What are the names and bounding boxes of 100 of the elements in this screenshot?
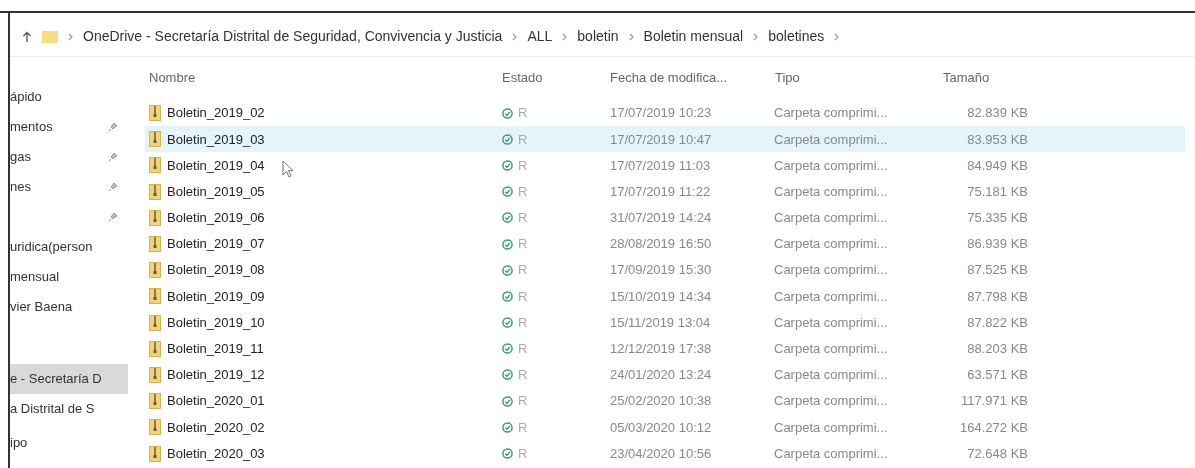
zip-folder-icon (149, 183, 161, 200)
sync-check-icon (502, 448, 513, 460)
date-cell-text: 23/04/2020 10:56 (610, 444, 713, 463)
status-text: R (518, 156, 528, 175)
nav-item[interactable]: ápido (10, 82, 128, 112)
type-cell-text: Carpeta comprimi... (774, 104, 889, 123)
status-text: R (518, 340, 528, 359)
nav-item[interactable]: a Distrital de S (10, 394, 128, 424)
date-cell-text: 15/10/2019 14:34 (610, 287, 713, 306)
type-cell-text: Carpeta comprimi... (774, 209, 889, 228)
chevron-icon (562, 32, 568, 41)
status-text: R (518, 287, 528, 306)
type-cell-text: Carpeta comprimi... (774, 182, 889, 201)
breadcrumb[interactable]: ALL (527, 26, 553, 47)
size-cell-text: 75.181 KB (966, 182, 1028, 201)
date-cell-text: 05/03/2020 10:12 (610, 418, 713, 437)
nav-item[interactable]: uridica(person (10, 232, 128, 262)
date-cell-text: 28/08/2019 16:50 (610, 235, 713, 254)
zip-folder-icon (149, 157, 161, 174)
size-cell-text: 83.953 KB (966, 130, 1028, 149)
zip-folder-icon (149, 105, 161, 122)
file-row[interactable]: Boletin_2019_11 R 12/12/2019 17:38 Carpeta comprimi... 88.203 KB (145, 335, 1185, 362)
breadcrumb[interactable]: boletines (768, 26, 825, 47)
file-row[interactable]: Boletin_2019_06 R 31/07/2019 14:24 Carpeta comprimi... 75.335 KB (145, 204, 1185, 231)
breadcrumb[interactable]: OneDrive - Secretaría Distrital de Seguridad, Convivencia y Justicia (83, 26, 503, 47)
breadcrumb[interactable]: boletin (577, 26, 619, 47)
file-row[interactable]: Boletin_2019_02 R 17/07/2019 10:23 Carpeta comprimi... 82.839 KB (145, 100, 1185, 127)
size-cell-text: 87.822 KB (966, 313, 1028, 332)
sync-check-icon (502, 264, 513, 276)
file-row[interactable]: Boletin_2019_07 R 28/08/2019 16:50 Carpeta comprimi... 86.939 KB (145, 230, 1185, 258)
pin-icon (108, 122, 118, 132)
file-row[interactable]: Boletin_2019_10 R 15/11/2019 13:04 Carpeta comprimi... 87.822 KB (145, 309, 1185, 336)
status-text: R (518, 104, 528, 123)
pin-icon (108, 212, 118, 222)
zip-folder-icon (149, 340, 161, 357)
date-cell-text: 12/12/2019 17:38 (610, 340, 713, 359)
nav-item[interactable]: mentos (10, 112, 128, 142)
size-cell-text: 88.203 KB (966, 340, 1028, 359)
size-cell-text: 82.839 KB (966, 104, 1028, 123)
file-name: Boletin_2019_03 (167, 130, 265, 149)
address-bar[interactable]: OneDrive - Secretaría Distrital de Seguridad, Convivencia y Justicia ALL boletin Boletin mensual boletines (10, 17, 1195, 57)
file-name: Boletin_2019_04 (167, 156, 265, 175)
status-text: R (518, 444, 528, 463)
file-row[interactable]: Boletin_2020_02 R 05/03/2020 10:12 Carpeta comprimi... 164.272 KB (145, 414, 1185, 441)
file-row[interactable]: Boletin_2019_08 R 17/09/2019 15:30 Carpeta comprimi... 87.525 KB (145, 257, 1185, 284)
nav-item[interactable]: mensual (10, 262, 128, 292)
file-row[interactable]: Boletin_2019_04 R 17/07/2019 11:03 Carpeta comprimi... 84.949 KB (145, 152, 1185, 179)
status-text: R (518, 209, 528, 228)
sync-check-icon (502, 133, 513, 145)
nav-item[interactable]: e - Secretaría D (10, 364, 128, 394)
nav-item[interactable]: vier Baena (10, 292, 128, 322)
date-cell-text: 17/09/2019 15:30 (610, 261, 713, 280)
mouse-cursor-icon (282, 160, 294, 178)
status-text: R (518, 313, 528, 332)
breadcrumb[interactable]: Boletin mensual (643, 26, 744, 47)
column-header[interactable]: Nombre (145, 68, 502, 88)
type-cell-text: Carpeta comprimi... (774, 313, 889, 332)
status-text: R (518, 182, 528, 201)
column-header[interactable]: Estado (502, 68, 610, 88)
date-cell-text: 17/07/2019 11:03 (610, 156, 712, 175)
nav-item[interactable]: ipo (10, 428, 128, 458)
column-header[interactable]: Tamaño (939, 68, 1029, 88)
up-arrow-icon[interactable] (22, 30, 32, 43)
zip-folder-icon (149, 131, 161, 148)
nav-item[interactable]: gas (10, 142, 128, 172)
file-name: Boletin_2020_03 (167, 444, 265, 463)
type-cell-text: Carpeta comprimi... (774, 418, 889, 437)
size-cell-text: 164.272 KB (959, 418, 1028, 437)
type-cell-text: Carpeta comprimi... (774, 235, 889, 254)
file-name: Boletin_2019_05 (167, 182, 265, 201)
sync-check-icon (502, 212, 513, 224)
status-text: R (518, 392, 528, 411)
zip-folder-icon (149, 445, 161, 462)
file-row[interactable]: Boletin_2020_01 R 25/02/2020 10:38 Carpeta comprimi... 117.971 KB (145, 388, 1185, 415)
sync-check-icon (502, 107, 513, 119)
date-cell-text: 17/07/2019 10:47 (610, 130, 713, 149)
type-cell-text: Carpeta comprimi... (774, 366, 889, 385)
sync-check-icon (502, 421, 513, 433)
nav-item[interactable]: nes (10, 172, 128, 202)
size-cell-text: 117.971 KB (960, 392, 1028, 411)
file-name: Boletin_2019_08 (167, 261, 265, 280)
size-cell-text: 86.939 KB (966, 235, 1028, 254)
file-row[interactable]: Boletin_2020_03 R 23/04/2020 10:56 Carpeta comprimi... 72.648 KB (145, 440, 1185, 467)
zip-folder-icon (149, 366, 161, 383)
file-row[interactable]: Boletin_2019_05 R 17/07/2019 11:22 Carpeta comprimi... 75.181 KB (145, 178, 1185, 205)
size-cell-text: 72.648 KB (966, 444, 1028, 463)
type-cell-text: Carpeta comprimi... (774, 287, 889, 306)
file-name: Boletin_2020_02 (167, 418, 265, 437)
size-cell-text: 63.571 KB (966, 366, 1028, 385)
date-cell-text: 24/01/2020 13:24 (610, 366, 713, 385)
sync-check-icon (502, 238, 513, 250)
file-name: Boletin_2020_01 (167, 392, 265, 411)
pin-icon (108, 182, 118, 192)
column-header[interactable]: Tipo (775, 68, 939, 88)
file-row[interactable]: Boletin_2019_03 R 17/07/2019 10:47 Carpeta comprimi... 83.953 KB (145, 126, 1185, 153)
column-header[interactable]: Fecha de modifica... (610, 68, 775, 88)
zip-folder-icon (149, 288, 161, 305)
file-row[interactable]: Boletin_2019_09 R 15/10/2019 14:34 Carpeta comprimi... 87.798 KB (145, 283, 1185, 310)
type-cell-text: Carpeta comprimi... (774, 340, 889, 359)
file-row[interactable]: Boletin_2019_12 R 24/01/2020 13:24 Carpeta comprimi... 63.571 KB (145, 361, 1185, 389)
